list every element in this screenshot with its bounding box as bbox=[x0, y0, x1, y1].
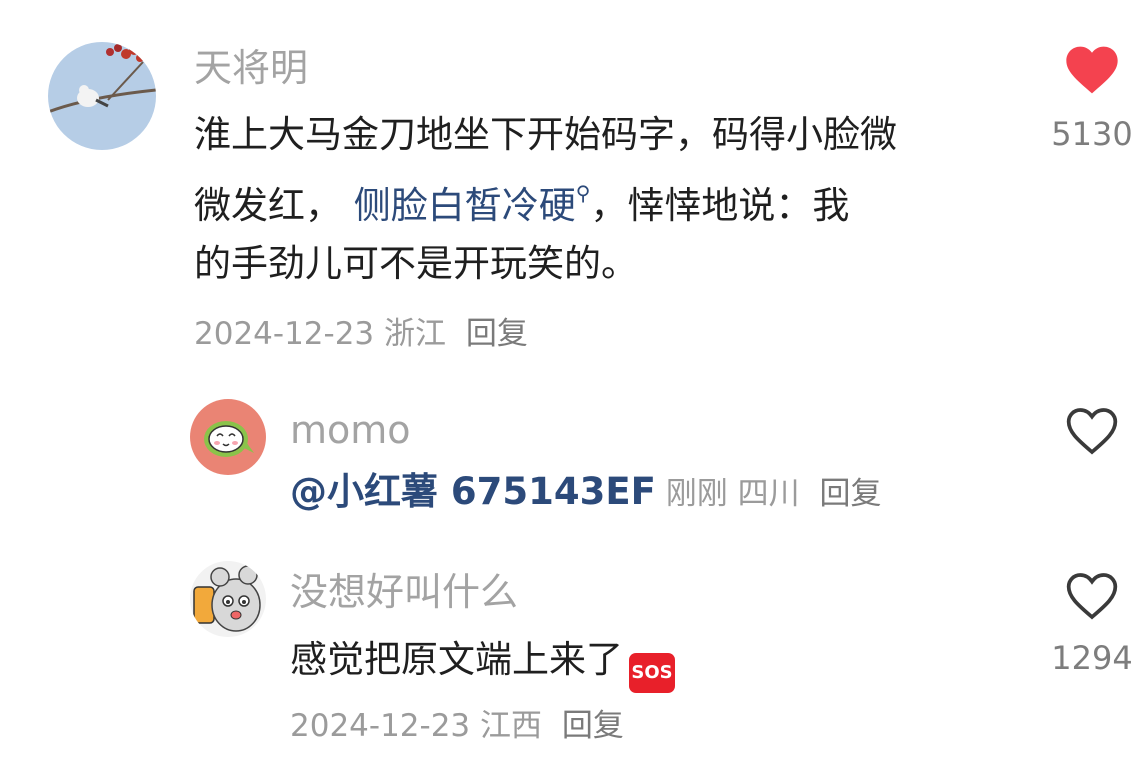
comment-date: 刚刚 bbox=[665, 476, 728, 512]
comment-text: 淮上大马金刀地坐下开始码字，码得小脸微 微发红， 侧脸白皙冷硬⚲，悻悻地说：我 … bbox=[194, 106, 897, 293]
comment-line: 淮上大马金刀地坐下开始码字，码得小脸微 bbox=[194, 113, 897, 156]
heart-outline-icon bbox=[1066, 408, 1118, 455]
like-count: 1294 bbox=[1051, 639, 1133, 677]
search-link-icon[interactable]: ⚲ bbox=[576, 181, 591, 205]
comment-text-segment: ，悻悻地说：我 bbox=[590, 184, 850, 227]
reply-button[interactable]: 回复 bbox=[819, 476, 881, 512]
comment-meta: 2024-12-23 江西 回复 bbox=[290, 706, 624, 746]
like-button[interactable] bbox=[1064, 570, 1120, 622]
reply-button[interactable]: 回复 bbox=[466, 316, 528, 352]
avatar[interactable] bbox=[48, 42, 156, 150]
comment-text-segment: 微发红， bbox=[194, 184, 354, 227]
comment-date: 2024-12-23 bbox=[290, 708, 471, 744]
username[interactable]: 天将明 bbox=[194, 46, 308, 90]
comment-date: 2024-12-23 bbox=[194, 316, 375, 352]
like-count: 5130 bbox=[1051, 115, 1133, 153]
heart-filled-icon bbox=[1066, 46, 1118, 94]
comment-location: 四川 bbox=[737, 476, 800, 512]
comment-location: 浙江 bbox=[384, 316, 447, 352]
comment-line: 微发红， 侧脸白皙冷硬⚲，悻悻地说：我 bbox=[194, 164, 897, 235]
comment-location: 江西 bbox=[480, 708, 543, 744]
username[interactable]: momo bbox=[290, 408, 411, 452]
username[interactable]: 没想好叫什么 bbox=[290, 570, 518, 614]
search-link[interactable]: 侧脸白皙冷硬 bbox=[354, 184, 576, 227]
sos-emoji: SOS bbox=[629, 653, 675, 693]
comment-line: 的手劲儿可不是开玩笑的。 bbox=[194, 242, 638, 285]
reply-button[interactable]: 回复 bbox=[562, 708, 624, 744]
like-button[interactable] bbox=[1064, 44, 1120, 96]
comment-meta: @小红薯 675143EF 刚刚 四川 回复 bbox=[290, 472, 881, 514]
comment-meta: 2024-12-23 浙江 回复 bbox=[194, 314, 528, 354]
avatar[interactable] bbox=[190, 561, 266, 637]
avatar[interactable] bbox=[190, 399, 266, 475]
comment-text: 感觉把原文端上来了 SOS bbox=[290, 631, 675, 693]
like-button[interactable] bbox=[1064, 405, 1120, 457]
mention-link[interactable]: @小红薯 675143EF bbox=[290, 470, 656, 513]
heart-outline-icon bbox=[1066, 573, 1118, 620]
comment-line: 感觉把原文端上来了 bbox=[290, 638, 623, 681]
